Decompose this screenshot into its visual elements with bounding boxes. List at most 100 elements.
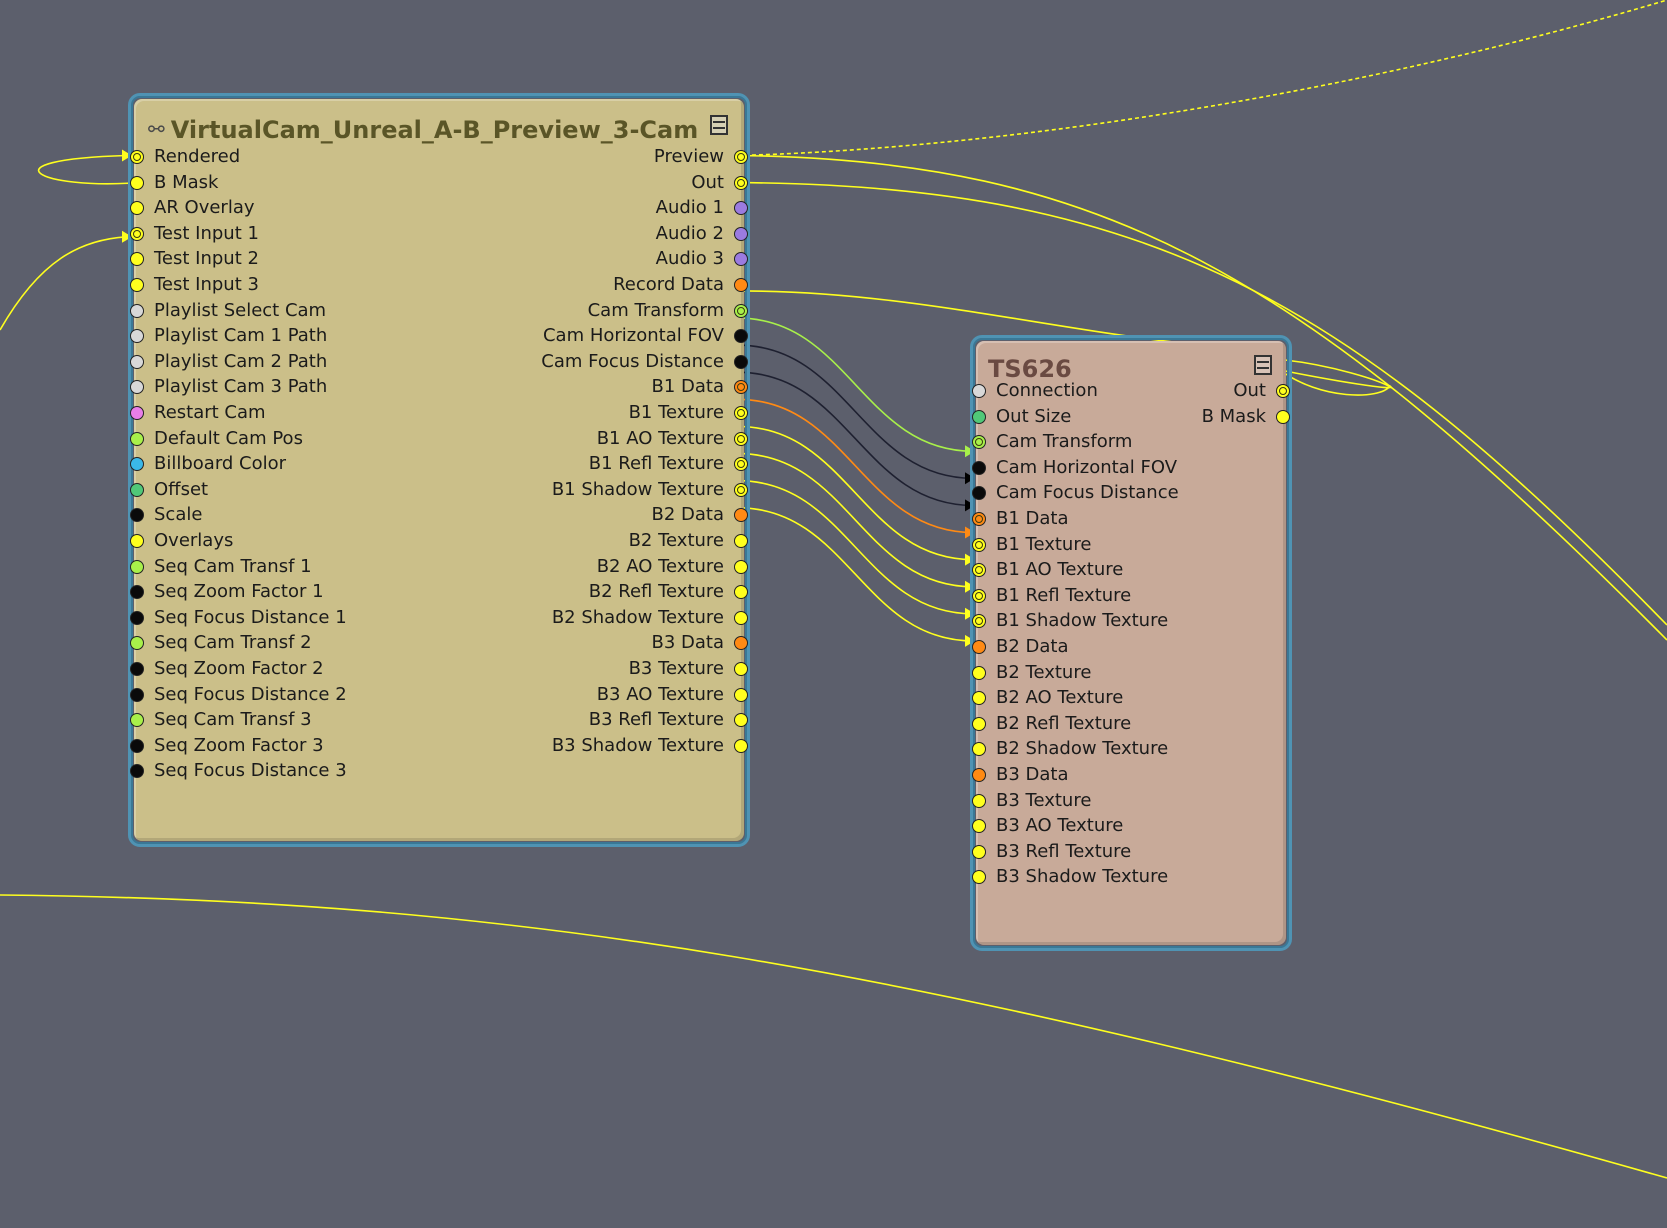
output-port-b1-ao-texture[interactable]: B1 AO Texture xyxy=(597,427,748,451)
port-socket-icon[interactable] xyxy=(734,687,748,702)
input-port-b2-texture[interactable]: B2 Texture xyxy=(972,661,1091,685)
input-port-b2-shadow-texture[interactable]: B2 Shadow Texture xyxy=(972,737,1168,761)
output-port-audio-3[interactable]: Audio 3 xyxy=(656,247,748,271)
node-virtualcam-menu-button[interactable] xyxy=(710,115,728,135)
port-socket-icon[interactable] xyxy=(130,738,144,753)
port-socket-icon[interactable] xyxy=(734,329,748,344)
output-port-b3-data[interactable]: B3 Data xyxy=(651,631,748,655)
port-socket-icon[interactable] xyxy=(734,303,748,318)
port-socket-icon[interactable] xyxy=(130,226,144,241)
node-virtualcam[interactable]: ⚯ VirtualCam_Unreal_A-B_Preview_3-Cam Ren… xyxy=(128,93,750,847)
port-socket-icon[interactable] xyxy=(1276,409,1290,424)
port-socket-icon[interactable] xyxy=(734,175,748,190)
port-socket-icon[interactable] xyxy=(130,764,144,779)
output-port-b3-texture[interactable]: B3 Texture xyxy=(629,657,748,681)
port-socket-icon[interactable] xyxy=(130,457,144,472)
output-port-out[interactable]: Out xyxy=(691,171,748,195)
port-socket-icon[interactable] xyxy=(130,610,144,625)
output-port-b1-refl-texture[interactable]: B1 Refl Texture xyxy=(589,452,748,476)
input-port-test-input-3[interactable]: Test Input 3 xyxy=(130,273,259,297)
port-socket-icon[interactable] xyxy=(972,793,986,808)
port-socket-icon[interactable] xyxy=(130,278,144,292)
input-port-b1-shadow-texture[interactable]: B1 Shadow Texture xyxy=(972,609,1168,633)
port-socket-icon[interactable] xyxy=(130,201,144,216)
port-socket-icon[interactable] xyxy=(972,460,986,475)
input-port-rendered[interactable]: Rendered xyxy=(130,145,240,169)
port-socket-icon[interactable] xyxy=(130,636,144,651)
port-socket-icon[interactable] xyxy=(972,844,986,859)
input-port-scale[interactable]: Scale xyxy=(130,503,202,527)
port-socket-icon[interactable] xyxy=(130,559,144,574)
port-socket-icon[interactable] xyxy=(734,585,748,600)
port-socket-icon[interactable] xyxy=(734,662,748,676)
port-socket-icon[interactable] xyxy=(972,435,986,450)
port-socket-icon[interactable] xyxy=(734,406,748,420)
output-port-b3-refl-texture[interactable]: B3 Refl Texture xyxy=(589,708,748,732)
port-socket-icon[interactable] xyxy=(734,738,748,753)
port-socket-icon[interactable] xyxy=(734,636,748,651)
port-socket-icon[interactable] xyxy=(130,662,144,676)
input-port-seq-focus-distance-2[interactable]: Seq Focus Distance 2 xyxy=(130,683,347,707)
port-socket-icon[interactable] xyxy=(130,175,144,190)
output-port-b1-data[interactable]: B1 Data xyxy=(651,375,748,399)
port-socket-icon[interactable] xyxy=(972,716,986,731)
port-socket-icon[interactable] xyxy=(972,512,986,526)
port-socket-icon[interactable] xyxy=(1276,384,1290,398)
port-socket-icon[interactable] xyxy=(972,665,986,680)
port-socket-icon[interactable] xyxy=(972,640,986,654)
port-socket-icon[interactable] xyxy=(734,508,748,523)
port-socket-icon[interactable] xyxy=(734,559,748,574)
port-socket-icon[interactable] xyxy=(734,457,748,472)
input-port-overlays[interactable]: Overlays xyxy=(130,529,233,553)
input-port-cam-transform[interactable]: Cam Transform xyxy=(972,430,1132,454)
port-socket-icon[interactable] xyxy=(972,384,986,398)
input-port-seq-focus-distance-1[interactable]: Seq Focus Distance 1 xyxy=(130,606,347,630)
port-socket-icon[interactable] xyxy=(130,252,144,267)
port-socket-icon[interactable] xyxy=(734,278,748,292)
input-port-b3-data[interactable]: B3 Data xyxy=(972,763,1069,787)
output-port-b2-texture[interactable]: B2 Texture xyxy=(629,529,748,553)
input-port-playlist-cam-3-path[interactable]: Playlist Cam 3 Path xyxy=(130,375,327,399)
input-port-ar-overlay[interactable]: AR Overlay xyxy=(130,196,255,220)
output-port-audio-1[interactable]: Audio 1 xyxy=(656,196,748,220)
input-port-cam-focus-distance[interactable]: Cam Focus Distance xyxy=(972,481,1179,505)
port-socket-icon[interactable] xyxy=(972,588,986,603)
port-socket-icon[interactable] xyxy=(130,534,144,548)
node-virtualcam-title[interactable]: ⚯ VirtualCam_Unreal_A-B_Preview_3-Cam xyxy=(148,115,698,144)
input-port-seq-cam-transf-2[interactable]: Seq Cam Transf 2 xyxy=(130,631,312,655)
port-socket-icon[interactable] xyxy=(130,585,144,600)
input-port-b2-ao-texture[interactable]: B2 AO Texture xyxy=(972,686,1123,710)
input-port-seq-zoom-factor-3[interactable]: Seq Zoom Factor 3 xyxy=(130,734,324,758)
input-port-seq-cam-transf-3[interactable]: Seq Cam Transf 3 xyxy=(130,708,312,732)
input-port-playlist-select-cam[interactable]: Playlist Select Cam xyxy=(130,299,326,323)
input-port-offset[interactable]: Offset xyxy=(130,478,208,502)
port-socket-icon[interactable] xyxy=(130,713,144,728)
port-socket-icon[interactable] xyxy=(972,819,986,834)
port-socket-icon[interactable] xyxy=(734,482,748,497)
input-port-b3-refl-texture[interactable]: B3 Refl Texture xyxy=(972,840,1131,864)
port-socket-icon[interactable] xyxy=(972,870,986,885)
port-socket-icon[interactable] xyxy=(972,614,986,629)
port-socket-icon[interactable] xyxy=(972,409,986,424)
node-ts626-menu-button[interactable] xyxy=(1254,355,1272,375)
port-socket-icon[interactable] xyxy=(130,431,144,446)
input-port-b1-texture[interactable]: B1 Texture xyxy=(972,533,1091,557)
output-port-b3-ao-texture[interactable]: B3 AO Texture xyxy=(597,683,748,707)
input-port-seq-focus-distance-3[interactable]: Seq Focus Distance 3 xyxy=(130,759,347,783)
input-port-playlist-cam-1-path[interactable]: Playlist Cam 1 Path xyxy=(130,324,327,348)
input-port-b1-data[interactable]: B1 Data xyxy=(972,507,1069,531)
output-port-cam-transform[interactable]: Cam Transform xyxy=(588,299,748,323)
port-socket-icon[interactable] xyxy=(130,380,144,395)
port-socket-icon[interactable] xyxy=(734,534,748,548)
output-port-b2-ao-texture[interactable]: B2 AO Texture xyxy=(597,555,748,579)
output-port-record-data[interactable]: Record Data xyxy=(613,273,748,297)
port-socket-icon[interactable] xyxy=(734,226,748,241)
port-socket-icon[interactable] xyxy=(734,380,748,395)
output-port-audio-2[interactable]: Audio 2 xyxy=(656,222,748,246)
input-port-out-size[interactable]: Out Size xyxy=(972,405,1071,429)
output-port-cam-horizontal-fov[interactable]: Cam Horizontal FOV xyxy=(543,324,748,348)
port-socket-icon[interactable] xyxy=(734,201,748,216)
output-port-cam-focus-distance[interactable]: Cam Focus Distance xyxy=(541,350,748,374)
input-port-b3-shadow-texture[interactable]: B3 Shadow Texture xyxy=(972,865,1168,889)
input-port-seq-cam-transf-1[interactable]: Seq Cam Transf 1 xyxy=(130,555,312,579)
